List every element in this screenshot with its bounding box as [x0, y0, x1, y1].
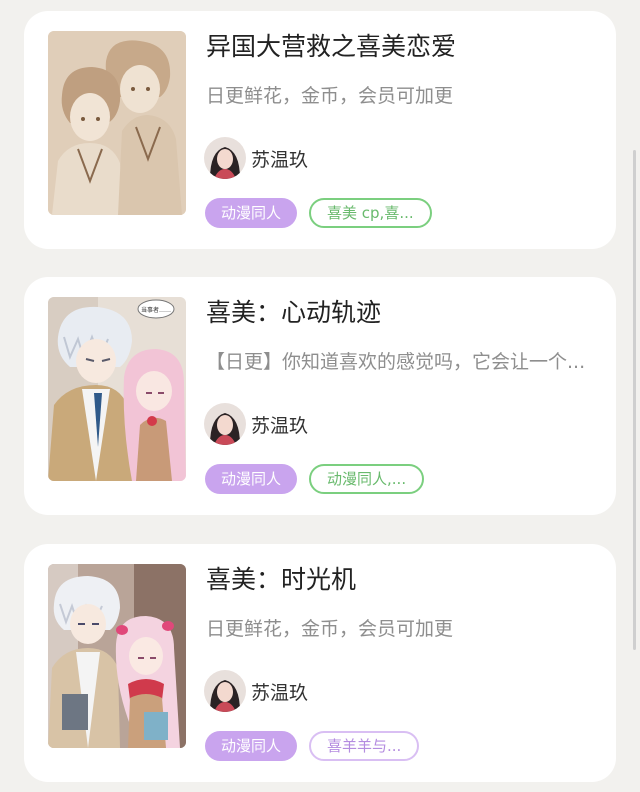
- book-cover[interactable]: 当事者……: [48, 297, 186, 481]
- tag-list: 动漫同人 喜羊羊与...: [205, 731, 420, 763]
- scrollbar[interactable]: [633, 150, 636, 650]
- novel-card[interactable]: 当事者…… 喜美：心动轨迹 【日更】你知道喜欢的感觉吗，它会让一个... 苏温玖…: [24, 277, 616, 515]
- tag-list: 动漫同人 动漫同人,...: [205, 464, 425, 496]
- cover-illustration: 当事者……: [48, 297, 186, 481]
- author-row[interactable]: 苏温玖: [204, 136, 308, 180]
- author-name[interactable]: 苏温玖: [251, 145, 308, 172]
- novel-description: 【日更】你知道喜欢的感觉吗，它会让一个...: [206, 351, 586, 373]
- category-tag[interactable]: 动漫同人: [205, 731, 298, 761]
- cover-illustration: [48, 31, 186, 215]
- novel-description: 日更鲜花，金币，会员可加更: [206, 618, 454, 640]
- author-row[interactable]: 苏温玖: [204, 402, 308, 446]
- novel-card[interactable]: 异国大营救之喜美恋爱 日更鲜花，金币，会员可加更 苏温玖 动漫同人 喜美 cp,…: [24, 11, 616, 249]
- author-name[interactable]: 苏温玖: [251, 411, 308, 438]
- keyword-tag[interactable]: 动漫同人,...: [309, 464, 425, 494]
- book-cover[interactable]: [48, 564, 186, 748]
- novel-description: 日更鲜花，金币，会员可加更: [206, 85, 454, 107]
- author-name[interactable]: 苏温玖: [251, 678, 308, 705]
- author-avatar[interactable]: [204, 403, 246, 445]
- novel-title[interactable]: 喜美：心动轨迹: [206, 293, 606, 329]
- author-avatar[interactable]: [204, 137, 246, 179]
- book-cover[interactable]: [48, 31, 186, 215]
- author-avatar[interactable]: [204, 670, 246, 712]
- novel-title[interactable]: 异国大营救之喜美恋爱: [206, 27, 606, 63]
- novel-list: 异国大营救之喜美恋爱 日更鲜花，金币，会员可加更 苏温玖 动漫同人 喜美 cp,…: [0, 0, 640, 792]
- keyword-tag[interactable]: 喜美 cp,喜...: [309, 198, 432, 228]
- cover-illustration: [48, 564, 186, 748]
- keyword-tag[interactable]: 喜羊羊与...: [309, 731, 420, 761]
- category-tag[interactable]: 动漫同人: [205, 198, 298, 228]
- category-tag[interactable]: 动漫同人: [205, 464, 298, 494]
- novel-title[interactable]: 喜美：时光机: [206, 560, 606, 596]
- author-row[interactable]: 苏温玖: [204, 669, 308, 713]
- speech-bubble-text: 当事者……: [141, 306, 171, 314]
- novel-card[interactable]: 喜美：时光机 日更鲜花，金币，会员可加更 苏温玖 动漫同人 喜羊羊与...: [24, 544, 616, 782]
- tag-list: 动漫同人 喜美 cp,喜...: [205, 198, 432, 230]
